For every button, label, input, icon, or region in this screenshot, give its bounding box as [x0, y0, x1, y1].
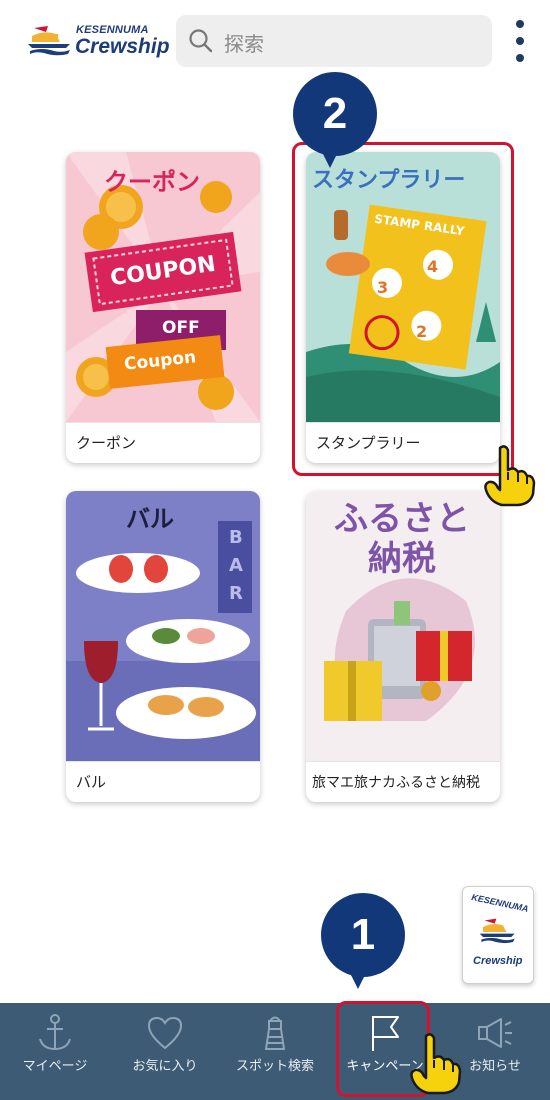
nav-item-spot-search[interactable]: スポット検索 [220, 1003, 330, 1100]
highlight-stamp-rally [292, 142, 514, 476]
bar-art-letter-a: A [229, 555, 243, 576]
coupon-art-word-off: OFF [162, 318, 200, 338]
card-divider [66, 761, 260, 762]
card-divider [66, 422, 260, 423]
furusato-art-title: ふるさと納税 [334, 499, 470, 579]
card-label: バル [76, 773, 107, 791]
search-icon [189, 29, 213, 53]
search-bar[interactable]: 探索 [176, 15, 492, 67]
bar-art-letter-b: B [229, 527, 243, 548]
furusato-tax-illustration: ふるさと納税 [306, 491, 500, 761]
megaphone-icon [478, 1018, 512, 1048]
kebab-menu-icon[interactable] [508, 18, 532, 64]
card-label: クーポン [76, 434, 137, 452]
coupon-art-title: クーポン [104, 168, 200, 196]
nav-label: マイページ [22, 1059, 88, 1074]
logo-text-crewship: Crewship [75, 35, 170, 58]
step-badge-2: 2 [293, 72, 377, 168]
card-label: 旅マエ旅ナカふるさと納税 [312, 775, 480, 791]
floating-logo-kesennuma: KESENNUMA [470, 892, 530, 914]
nav-label: スポット検索 [235, 1059, 314, 1074]
campaign-card-bar[interactable]: バル B A R バル [66, 491, 260, 802]
bar-art-title: バル [126, 505, 174, 533]
campaign-card-furusato-tax[interactable]: ふるさと納税 旅マエ旅ナカふるさと納税 [306, 491, 500, 802]
card-divider [306, 761, 500, 762]
pointing-hand-icon [410, 1033, 462, 1095]
search-placeholder: 探索 [224, 32, 264, 56]
pointing-hand-icon [484, 445, 536, 507]
nav-item-favorites[interactable]: お気に入り [110, 1003, 220, 1100]
coupon-illustration: クーポン COUPON OFF Coupon [66, 152, 260, 422]
heart-icon [147, 1016, 183, 1050]
ship-logo-icon [28, 26, 70, 56]
campaign-card-coupon[interactable]: クーポン COUPON OFF Coupon クーポン [66, 152, 260, 463]
bottom-navigation: マイページ お気に入り スポット検索 キャンペーン お知らせ [0, 1003, 550, 1100]
lighthouse-icon [264, 1016, 286, 1050]
floating-logo-crewship: Crewship [473, 955, 523, 967]
app-logo[interactable]: KESENNUMA Crewship [26, 22, 170, 62]
bar-illustration: バル B A R [66, 491, 260, 761]
anchor-icon [39, 1014, 71, 1051]
bar-art-letter-r: R [229, 583, 243, 604]
floating-crewship-logo[interactable]: KESENNUMA Crewship [462, 886, 534, 984]
step-badge-1: 1 [321, 893, 405, 989]
ship-logo-icon [479, 918, 515, 944]
nav-item-mypage[interactable]: マイページ [0, 1003, 110, 1100]
nav-label: お気に入り [132, 1059, 198, 1074]
app-header: KESENNUMA Crewship 探索 [0, 0, 550, 80]
